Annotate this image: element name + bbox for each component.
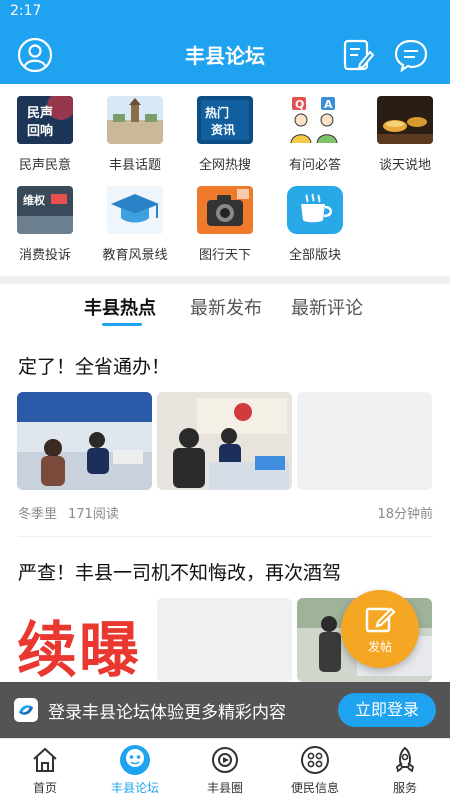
message-icon[interactable] <box>392 36 430 74</box>
status-bar: 2:17 <box>0 0 450 24</box>
section-separator <box>0 276 450 284</box>
category-minsheng[interactable]: 民声 回响 民声民意 <box>0 88 90 176</box>
tab-latest-posts[interactable]: 最新发布 <box>190 294 262 320</box>
category-label: 全网热搜 <box>198 158 251 173</box>
post-image-text: 续曝 <box>17 616 141 682</box>
svg-text:民声: 民声 <box>27 105 53 121</box>
qa-thumb: Q A <box>287 96 343 144</box>
tab-fengxian-hot[interactable]: 丰县热点 <box>84 294 156 320</box>
tabbar-item-forum[interactable]: 丰县论坛 <box>90 739 180 801</box>
post-image-placeholder[interactable] <box>157 598 292 682</box>
post-author: 冬季里 <box>18 507 58 522</box>
tabbar-label: 便民信息 <box>290 781 339 795</box>
tabbar-label: 首页 <box>32 781 57 795</box>
svg-text:资讯: 资讯 <box>211 122 235 137</box>
post-image-placeholder[interactable] <box>297 392 432 490</box>
post-image[interactable] <box>157 392 292 490</box>
login-banner: 登录丰县论坛体验更多精彩内容 立即登录 <box>0 682 450 738</box>
rocket-icon <box>395 746 415 773</box>
category-label: 教育风景线 <box>102 248 168 263</box>
post-divider <box>18 536 432 537</box>
graduation-cap-icon <box>107 186 163 234</box>
services-grid-icon <box>301 746 329 774</box>
home-icon <box>33 747 57 772</box>
camera-thumb <box>197 186 253 234</box>
svg-text:Q: Q <box>295 98 304 111</box>
tea-thumb <box>377 96 433 144</box>
tabbar-item-circle[interactable]: 丰县圈 <box>180 739 270 801</box>
tabbar-label: 服务 <box>392 781 417 795</box>
category-label: 谈天说地 <box>378 158 431 173</box>
category-label: 图行天下 <box>198 248 251 263</box>
category-label: 民声民意 <box>18 158 71 173</box>
edit-icon <box>365 607 396 633</box>
category-complaint[interactable]: 维权 消费投诉 <box>0 178 90 266</box>
tabbar-item-services-info[interactable]: 便民信息 <box>270 739 360 801</box>
category-all-boards[interactable]: 全部版块 <box>270 178 360 266</box>
voice-thumb: 民声 回响 <box>17 96 73 144</box>
town-thumb <box>107 96 163 144</box>
edit-post-icon[interactable] <box>338 36 376 74</box>
post-image[interactable]: 续曝 <box>17 598 152 682</box>
tabbar-label: 丰县论坛 <box>110 781 159 795</box>
tab-latest-comments[interactable]: 最新评论 <box>291 294 363 320</box>
category-label: 有问必答 <box>288 158 341 173</box>
page-title: 丰县论坛 <box>185 44 265 68</box>
category-hot-search[interactable]: 热门 资讯 全网热搜 <box>180 88 270 176</box>
category-education[interactable]: 教育风景线 <box>90 178 180 266</box>
hot-news-thumb: 热门 资讯 <box>197 96 253 144</box>
complaint-thumb: 维权 <box>17 186 73 234</box>
coffee-cup-icon <box>287 186 343 234</box>
post-time: 18分钟前 <box>377 507 433 522</box>
post-read-count: 171阅读 <box>68 507 119 522</box>
category-label: 全部版块 <box>288 248 341 263</box>
forum-mascot-icon <box>120 745 150 775</box>
feed-tabs: 丰县热点 最新发布 最新评论 <box>0 284 450 330</box>
category-photo[interactable]: 图行天下 <box>180 178 270 266</box>
tabbar-item-service[interactable]: 服务 <box>360 739 450 801</box>
category-topic[interactable]: 丰县话题 <box>90 88 180 176</box>
circle-icon <box>212 747 238 773</box>
app-header: 丰县论坛 <box>0 24 450 84</box>
tabbar-item-home[interactable]: 首页 <box>0 739 90 801</box>
app-logo-icon <box>14 698 38 722</box>
active-tab-indicator <box>102 323 142 326</box>
login-button[interactable]: 立即登录 <box>338 693 436 727</box>
tabbar-label: 丰县圈 <box>206 781 243 795</box>
category-qa[interactable]: Q A 有问必答 <box>270 88 360 176</box>
new-post-label: 发帖 <box>367 640 392 654</box>
svg-text:维权: 维权 <box>23 193 46 207</box>
bottom-tab-bar: 首页 丰县论坛 丰县圈 便民信息 服务 <box>0 738 450 800</box>
svg-text:热门: 热门 <box>205 105 229 120</box>
category-chat[interactable]: 谈天说地 <box>360 88 450 176</box>
login-prompt-text: 登录丰县论坛体验更多精彩内容 <box>48 703 286 723</box>
category-label: 消费投诉 <box>18 248 71 263</box>
post-title[interactable]: 定了！全省通办！ <box>18 352 170 379</box>
post-title[interactable]: 严查！丰县一司机不知悔改，再次酒驾 <box>18 558 341 585</box>
category-grid: 民声 回响 民声民意 丰县话题 热门 资讯 全网热搜 Q A 有问必答 谈天说地… <box>0 88 450 274</box>
status-time: 2:17 <box>10 3 42 19</box>
svg-text:A: A <box>324 98 333 111</box>
new-post-button[interactable]: 发帖 <box>341 590 419 668</box>
post-image[interactable] <box>17 392 152 490</box>
category-label: 丰县话题 <box>108 158 161 173</box>
svg-text:回响: 回响 <box>27 123 53 139</box>
